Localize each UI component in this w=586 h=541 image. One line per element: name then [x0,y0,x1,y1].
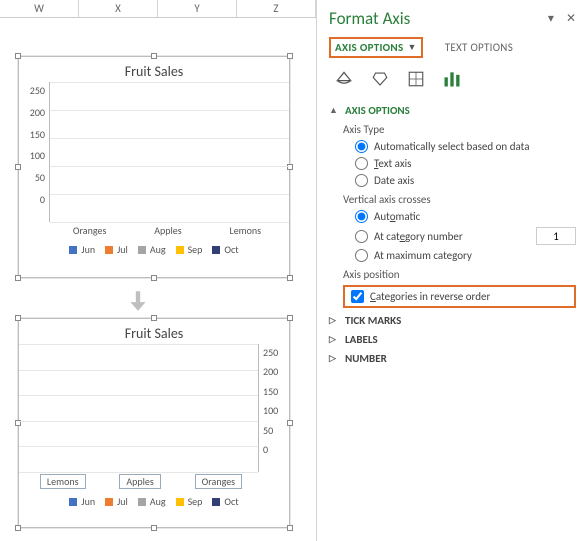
radio-vac-at-category[interactable]: At category number [355,227,576,245]
format-axis-pane: Format Axis ▾ ✕ AXIS OPTIONS▼ TEXT OPTIO… [316,0,586,541]
label-axis-type: Axis Type [343,123,576,136]
x-axis[interactable]: LemonsApplesOranges [19,472,289,491]
legend[interactable]: JunJulAugSepOct [19,491,289,512]
radio-auto-select[interactable]: Automatically select based on data [355,140,576,153]
axis-options-icon[interactable] [441,68,463,90]
column-header-row: W X Y Z [0,0,316,18]
radio-vac-automatic[interactable]: Automatic [355,210,576,223]
size-properties-icon[interactable] [405,68,427,90]
pane-title: Format Axis [329,8,410,29]
resize-handle[interactable] [287,275,293,281]
chart-title[interactable]: Fruit Sales [19,319,289,344]
col-header[interactable]: Y [158,0,237,17]
resize-handle[interactable] [15,275,21,281]
resize-handle[interactable] [151,275,157,281]
chevron-down-icon: ▼ [407,42,416,53]
effects-icon[interactable] [369,68,391,90]
radio-vac-at-max[interactable]: At maximum category [355,249,576,262]
plot [19,344,259,472]
col-header[interactable]: X [79,0,158,17]
plot [49,82,289,222]
icon-row [329,68,576,90]
checkbox-categories-reverse[interactable]: Categories in reverse order [343,285,576,308]
section-labels[interactable]: ▷LABELS [329,333,576,346]
y-axis[interactable]: 250200150100500 [259,344,289,472]
chart-fruit-sales-2[interactable]: Fruit Sales 250200150100500 LemonsApples… [18,318,290,528]
resize-handle[interactable] [287,525,293,531]
radio-date-axis[interactable]: Date axis [355,174,576,187]
chart-title[interactable]: Fruit Sales [19,57,289,82]
fill-line-icon[interactable] [333,68,355,90]
plot-area: 250200150100500 [19,82,289,222]
close-icon[interactable]: ✕ [566,11,576,26]
tab-text-options[interactable]: TEXT OPTIONS [441,37,517,58]
option-tabs: AXIS OPTIONS▼ TEXT OPTIONS [329,37,576,58]
x-axis[interactable]: OrangesApplesLemons [19,222,289,239]
resize-handle[interactable] [15,164,21,170]
spreadsheet-area: W X Y Z Fruit Sales 250200150100500 Oran… [0,0,316,541]
category-number-input[interactable] [536,227,576,245]
radio-text-axis[interactable]: Text axis [355,157,576,170]
y-axis[interactable]: 250200150100500 [19,82,49,222]
resize-handle[interactable] [287,53,293,59]
plot-area: 250200150100500 [19,344,289,472]
resize-handle[interactable] [15,525,21,531]
label-axis-position: Axis position [343,268,576,281]
section-tick-marks[interactable]: ▷TICK MARKS [329,314,576,327]
col-header[interactable]: W [0,0,79,17]
chart-fruit-sales-1[interactable]: Fruit Sales 250200150100500 OrangesApple… [18,56,290,278]
dropdown-icon[interactable]: ▾ [548,11,554,26]
resize-handle[interactable] [15,53,21,59]
resize-handle[interactable] [151,315,157,321]
resize-handle[interactable] [287,420,293,426]
resize-handle[interactable] [287,315,293,321]
resize-handle[interactable] [151,525,157,531]
resize-handle[interactable] [15,315,21,321]
legend[interactable]: JunJulAugSepOct [19,239,289,260]
label-vertical-axis-crosses: Vertical axis crosses [343,193,576,206]
section-axis-options[interactable]: ▲AXIS OPTIONS [329,104,576,117]
pane-header: Format Axis ▾ ✕ [329,8,576,29]
arrow-down-icon [125,288,151,314]
section-number[interactable]: ▷NUMBER [329,352,576,365]
col-header[interactable]: Z [237,0,316,17]
tab-axis-options[interactable]: AXIS OPTIONS▼ [329,37,423,58]
resize-handle[interactable] [151,53,157,59]
